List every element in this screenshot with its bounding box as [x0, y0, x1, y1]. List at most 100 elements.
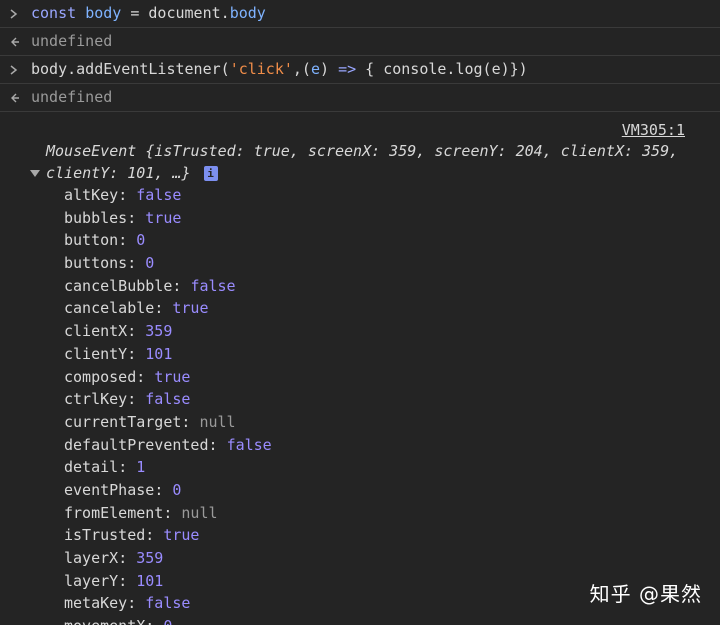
property-row[interactable]: cancelable: true — [64, 297, 720, 320]
console-log-entry: VM305:1 MouseEvent {isTrusted: true, scr… — [0, 112, 720, 625]
property-row[interactable]: cancelBubble: false — [64, 275, 720, 298]
property-value: 101 — [136, 571, 164, 590]
return-arrow-icon — [8, 84, 24, 111]
property-separator: : — [118, 231, 137, 250]
property-value: false — [190, 276, 236, 295]
property-separator: : — [208, 435, 227, 454]
console-result-line: undefined — [0, 84, 720, 112]
property-separator: : — [145, 617, 163, 625]
code-property: body — [229, 4, 266, 22]
code-text: = document. — [121, 4, 230, 22]
property-separator: : — [181, 412, 200, 431]
property-value: 0 — [145, 254, 155, 273]
property-separator: : — [127, 594, 146, 613]
property-row[interactable]: detail: 1 — [64, 456, 720, 479]
property-key: bubbles — [64, 208, 128, 227]
property-value: 0 — [136, 231, 146, 250]
property-value: null — [199, 412, 236, 431]
property-row[interactable]: buttons: 0 — [64, 252, 720, 275]
property-key: currentTarget — [64, 412, 182, 431]
property-key: movementX — [64, 617, 145, 625]
property-separator: : — [172, 276, 191, 295]
console-input-line[interactable]: body.addEventListener('click',(e) => { c… — [0, 56, 720, 84]
code-param: e — [310, 60, 320, 78]
info-icon[interactable]: i — [203, 166, 218, 181]
property-value: true — [145, 208, 182, 227]
code-text: ,( — [292, 60, 311, 78]
property-key: clientY — [64, 344, 128, 363]
property-value: null — [181, 503, 218, 522]
source-link[interactable]: VM305:1 — [622, 119, 685, 141]
property-row[interactable]: composed: true — [64, 366, 720, 389]
result-text: undefined — [31, 32, 113, 50]
property-key: cancelBubble — [64, 276, 173, 295]
property-separator: : — [127, 254, 146, 273]
property-separator: : — [118, 458, 137, 477]
property-row[interactable]: bubbles: true — [64, 207, 720, 230]
property-key: fromElement — [64, 503, 164, 522]
property-row[interactable]: currentTarget: null — [64, 411, 720, 434]
property-value: 0 — [163, 617, 172, 625]
property-value: 0 — [172, 480, 182, 499]
property-row[interactable]: button: 0 — [64, 229, 720, 252]
property-value: 1 — [136, 458, 146, 477]
property-key: ctrlKey — [64, 390, 128, 409]
summary-text: MouseEvent {isTrusted: true, screenX: 35… — [46, 142, 679, 182]
property-row[interactable]: clientY: 101 — [64, 343, 720, 366]
property-key: altKey — [64, 186, 119, 204]
property-value: 101 — [145, 344, 173, 363]
code-arrow: => — [338, 60, 357, 78]
property-separator: : — [118, 186, 137, 204]
triangle-down-icon[interactable] — [30, 170, 40, 177]
property-row[interactable]: movementX: 0 — [64, 615, 720, 625]
property-list: altKey: false bubbles: true button: 0 butto… — [64, 184, 720, 625]
devtools-console: const body = document.body undefined bod… — [0, 0, 720, 625]
property-separator: : — [127, 344, 146, 363]
property-key: composed — [64, 367, 137, 386]
console-result-line: undefined — [0, 28, 720, 56]
property-key: button — [64, 231, 119, 250]
chevron-right-icon — [8, 0, 24, 27]
property-separator: : — [163, 503, 182, 522]
property-separator: : — [127, 322, 146, 341]
property-row[interactable]: fromElement: null — [64, 502, 720, 525]
result-text: undefined — [31, 88, 113, 106]
property-row[interactable]: layerX: 359 — [64, 547, 720, 570]
property-row[interactable]: defaultPrevented: false — [64, 434, 720, 457]
code-text: body.addEventListener( — [31, 60, 230, 78]
property-key: buttons — [64, 254, 128, 273]
property-value: true — [163, 526, 200, 545]
return-arrow-icon — [8, 28, 24, 55]
property-row[interactable]: isTrusted: true — [64, 524, 720, 547]
property-row[interactable]: altKey: false — [64, 184, 720, 207]
code-string: 'click' — [229, 60, 293, 78]
property-key: layerX — [64, 549, 119, 567]
chevron-right-icon — [8, 56, 24, 83]
property-key: metaKey — [64, 594, 128, 613]
object-summary[interactable]: MouseEvent {isTrusted: true, screenX: 35… — [30, 140, 686, 184]
property-key: clientX — [64, 322, 128, 341]
property-value: true — [154, 367, 191, 386]
property-key: layerY — [64, 571, 119, 590]
property-separator: : — [118, 571, 137, 590]
property-separator: : — [145, 526, 164, 545]
property-value: 359 — [136, 549, 164, 567]
property-key: defaultPrevented — [64, 435, 209, 454]
property-key: eventPhase — [64, 480, 155, 499]
property-separator: : — [118, 549, 137, 567]
code-variable: body — [85, 4, 122, 22]
property-value: 359 — [145, 322, 173, 341]
property-separator: : — [127, 390, 146, 409]
code-keyword: const — [31, 4, 77, 22]
code-text: { console.log(e)}) — [356, 60, 528, 78]
watermark: 知乎 @果然 — [589, 582, 702, 606]
property-row[interactable]: clientX: 359 — [64, 320, 720, 343]
property-row[interactable]: ctrlKey: false — [64, 388, 720, 411]
console-input-line[interactable]: const body = document.body — [0, 0, 720, 28]
code-text: ) — [320, 60, 339, 78]
property-row[interactable]: eventPhase: 0 — [64, 479, 720, 502]
property-separator: : — [136, 367, 155, 386]
property-key: isTrusted — [64, 526, 146, 545]
property-key: detail — [64, 458, 119, 477]
